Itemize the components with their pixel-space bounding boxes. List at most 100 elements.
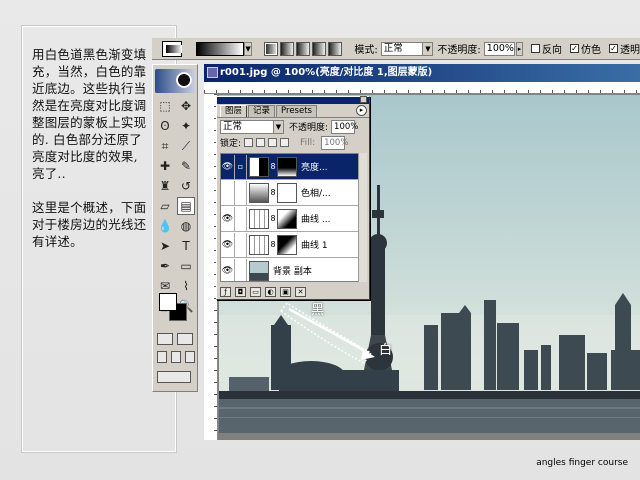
diamond-gradient-button[interactable] [328, 41, 343, 56]
layer-mask-thumbnail[interactable] [277, 156, 297, 177]
new-adjustment-layer-icon[interactable]: ◐ [265, 287, 276, 297]
brush-link-icon[interactable] [235, 232, 247, 257]
layer-opacity-input[interactable]: 100% [331, 119, 358, 134]
opacity-label: 不透明度: [437, 45, 481, 56]
reverse-checkbox[interactable]: 反向 [530, 41, 562, 56]
layer-style-icon[interactable]: ƒ [220, 287, 231, 297]
lock-paint-icon[interactable] [256, 138, 266, 147]
history-brush-tool-icon[interactable]: ↺ [177, 177, 195, 195]
chevron-down-icon: ▼ [273, 120, 283, 133]
dodge-tool-icon[interactable]: ◍ [177, 217, 195, 235]
layer-mask-thumbnail[interactable] [277, 182, 297, 203]
tutorial-paragraph-2: 这里是个概述，下面对于楼房边的光线还有详述。 [32, 200, 147, 249]
horizontal-ruler[interactable] [204, 82, 640, 94]
brush-tool-icon[interactable]: ✎ [177, 157, 195, 175]
mode-value: 正常 [383, 42, 403, 54]
standard-mode-icon[interactable] [157, 333, 173, 345]
eye-icon[interactable]: 👁 [221, 258, 235, 281]
marquee-tool-icon[interactable]: ⬚ [156, 97, 174, 115]
tab-presets[interactable]: Presets [276, 105, 317, 117]
palette-menu-icon[interactable]: ▸ [356, 105, 367, 116]
dither-checkbox[interactable]: ✓ 仿色 [569, 41, 601, 56]
gradient-picker-dropdown[interactable]: ▼ [243, 41, 253, 56]
chain-icon[interactable]: 8 [269, 162, 277, 171]
layers-palette: 图层 记录 Presets ▸ 正常 ▼ 不透明度: 100% 锁定: Fill… [216, 96, 370, 300]
document-title-bar[interactable]: r001.jpg @ 100%(亮度/对比度 1,图层蒙版) [204, 64, 640, 82]
layer-row[interactable]: 👁 8 曲线 ... [221, 206, 359, 232]
layers-palette-tabs: 图层 记录 Presets [217, 104, 369, 118]
layer-row[interactable]: 8 色相/... [221, 180, 359, 206]
crop-tool-icon[interactable]: ⌗ [156, 137, 174, 155]
opacity-input[interactable]: 100% [483, 41, 515, 56]
gradient-editor-swatch[interactable] [196, 41, 244, 56]
full-screen-icon[interactable] [185, 351, 195, 363]
eye-icon[interactable]: 👁 [221, 232, 235, 257]
white-point-label: 白 [379, 343, 393, 358]
adjustment-thumbnail [249, 156, 269, 177]
layer-row[interactable]: 👁 8 曲线 1 [221, 232, 359, 258]
opacity-value: 100% [486, 42, 514, 54]
lock-transparency-icon[interactable] [244, 138, 254, 147]
brush-link-icon[interactable] [235, 180, 247, 205]
brush-link-icon[interactable] [235, 258, 247, 281]
tab-layers[interactable]: 图层 [220, 105, 248, 117]
lock-move-icon[interactable] [268, 138, 278, 147]
eye-icon[interactable]: 👁 [221, 154, 235, 179]
angle-gradient-button[interactable] [296, 41, 311, 56]
eraser-tool-icon[interactable]: ▱ [156, 197, 174, 215]
layer-name: 曲线 1 [301, 241, 328, 251]
healing-brush-tool-icon[interactable]: ✚ [156, 157, 174, 175]
blur-tool-icon[interactable]: 💧 [156, 217, 174, 235]
chain-icon[interactable]: 8 [269, 214, 277, 223]
layer-row[interactable]: 👁 ▫ 8 亮度... [221, 154, 359, 180]
photoshop-eye-logo[interactable] [155, 69, 195, 93]
linear-gradient-button[interactable] [264, 41, 279, 56]
transparency-checkbox[interactable]: ✓ 透明 [608, 41, 640, 56]
type-tool-icon[interactable]: T [177, 237, 195, 255]
layer-row[interactable]: 👁 背景 副本 [221, 258, 359, 281]
brush-link-icon[interactable] [235, 206, 247, 231]
slice-tool-icon[interactable]: ⟋ [177, 137, 195, 155]
lasso-tool-icon[interactable]: ʘ [156, 117, 174, 135]
new-layer-icon[interactable]: ▣ [280, 287, 291, 297]
layers-palette-caption[interactable] [217, 96, 369, 104]
layer-mask-thumbnail[interactable] [277, 208, 297, 229]
path-selection-tool-icon[interactable]: ➤ [156, 237, 174, 255]
blend-mode-select[interactable]: 正常 ▼ [220, 119, 284, 134]
lock-all-icon[interactable] [280, 138, 290, 147]
tab-history[interactable]: 记录 [248, 105, 276, 117]
shape-tool-icon[interactable]: ▭ [177, 257, 195, 275]
foreground-color-swatch[interactable] [159, 293, 177, 311]
close-icon[interactable] [360, 96, 367, 103]
fill-label: Fill: [300, 137, 316, 148]
brush-link-icon[interactable]: ▫ [235, 154, 247, 179]
reflected-gradient-button[interactable] [312, 41, 327, 56]
layers-scrollbar[interactable] [358, 153, 367, 282]
lock-row: 锁定: Fill: 100% [217, 135, 369, 150]
trash-icon[interactable]: ✕ [295, 287, 306, 297]
lock-label: 锁定: [220, 139, 242, 149]
gradient-tool-preset-picker[interactable] [162, 40, 183, 57]
reverse-label: 反向 [541, 45, 562, 56]
full-screen-menu-icon[interactable] [171, 351, 181, 363]
chain-icon[interactable]: 8 [269, 188, 277, 197]
layer-mask-thumbnail[interactable] [277, 234, 297, 255]
opacity-slider-arrow[interactable]: ▸ [515, 41, 523, 56]
pen-tool-icon[interactable]: ✒ [156, 257, 174, 275]
mode-select[interactable]: 正常 ▼ [380, 41, 434, 56]
new-set-icon[interactable]: ▭ [250, 287, 261, 297]
clone-stamp-tool-icon[interactable]: ♜ [156, 177, 174, 195]
eye-icon[interactable]: 👁 [221, 206, 235, 231]
add-mask-icon[interactable]: ◘ [235, 287, 246, 297]
imageready-icon[interactable] [157, 371, 191, 383]
quick-mask-mode-icon[interactable] [177, 333, 193, 345]
radial-gradient-button[interactable] [280, 41, 295, 56]
standard-screen-icon[interactable] [157, 351, 167, 363]
magic-wand-tool-icon[interactable]: ✦ [177, 117, 195, 135]
eye-hidden-icon[interactable] [221, 180, 235, 205]
gradient-tool-icon[interactable]: ▤ [177, 197, 195, 215]
fill-input[interactable]: 100% [321, 135, 348, 150]
layer-name: 亮度... [301, 163, 328, 173]
move-tool-icon[interactable]: ✥ [177, 97, 195, 115]
chain-icon[interactable]: 8 [269, 240, 277, 249]
